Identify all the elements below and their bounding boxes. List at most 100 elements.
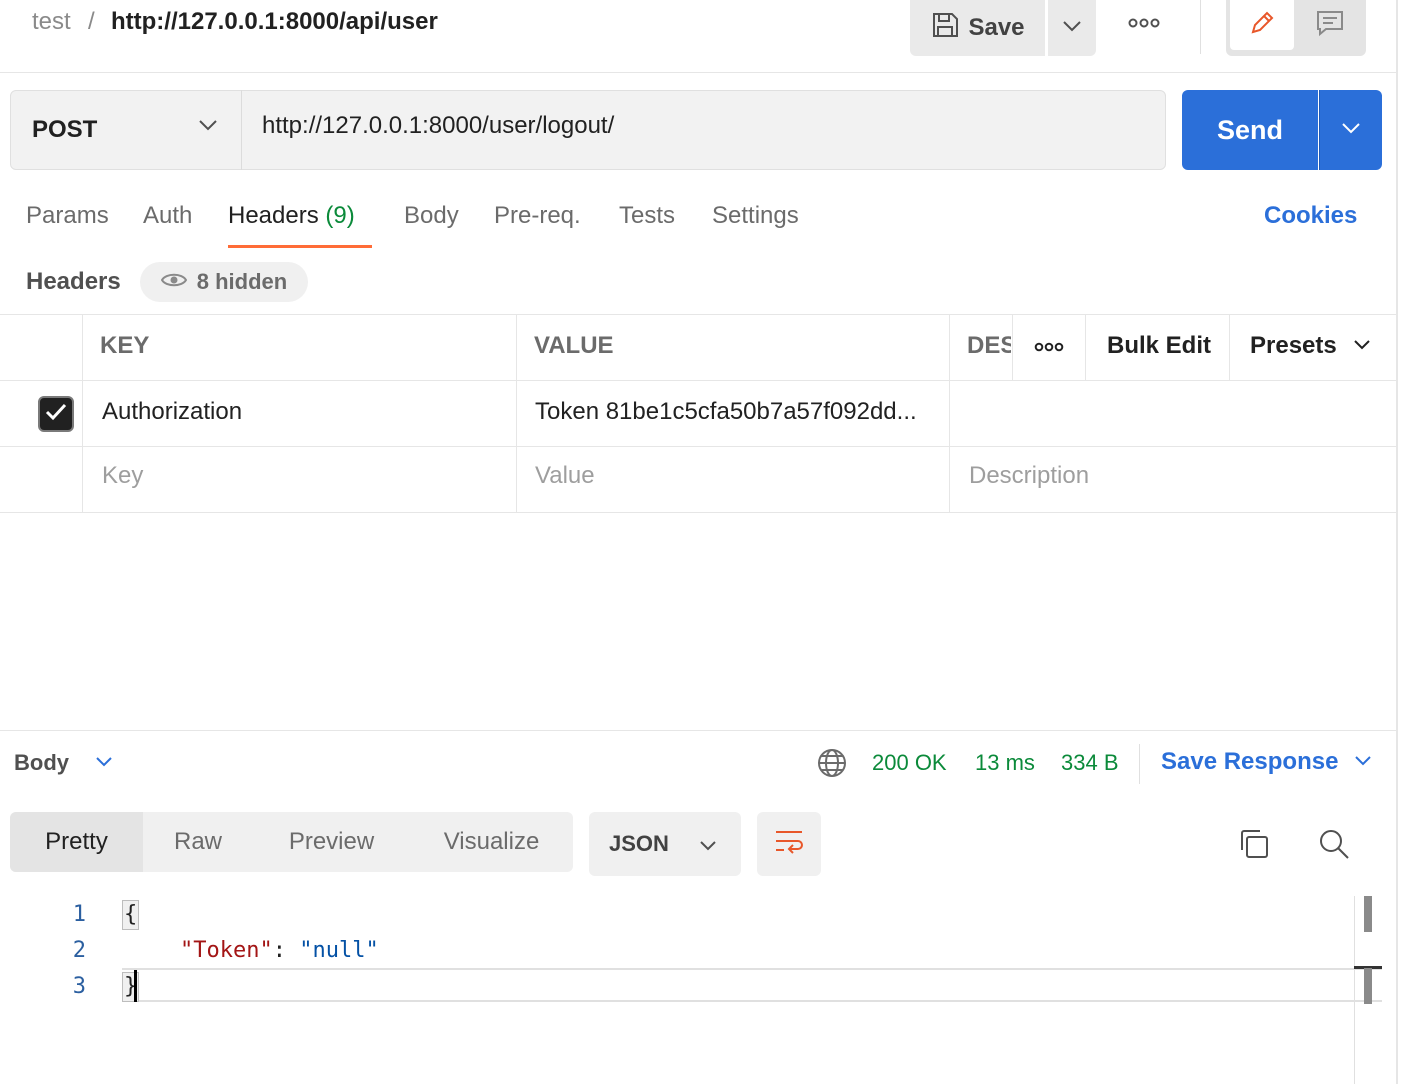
view-preview-label: Preview (288, 828, 375, 855)
response-section-dropdown[interactable]: Body (14, 750, 113, 776)
scrollbar-thumb[interactable] (1364, 896, 1372, 932)
pencil-icon (1247, 8, 1277, 43)
cookies-link[interactable]: Cookies (1264, 202, 1357, 230)
chevron-down-icon (95, 754, 113, 772)
tab-tests[interactable]: Tests (619, 202, 675, 230)
editor-scrollbar[interactable] (1354, 896, 1355, 1084)
breadcrumb-parent[interactable]: test (32, 8, 71, 36)
divider (0, 512, 1396, 513)
checkmark-icon (45, 403, 67, 426)
code-line[interactable]: "Token": "null" (180, 938, 379, 963)
wrap-icon (773, 828, 805, 861)
header-key-cell[interactable]: Authorization (102, 398, 242, 426)
new-value-input[interactable]: Value (535, 462, 595, 490)
new-key-input[interactable]: Key (102, 462, 143, 490)
format-select[interactable]: JSON (589, 812, 741, 876)
breadcrumb-separator: / (88, 8, 95, 35)
hidden-count: 8 hidden (196, 269, 288, 294)
tab-body[interactable]: Body (404, 202, 459, 230)
hidden-headers-toggle[interactable]: 8 hidden (140, 262, 308, 302)
divider (516, 314, 517, 513)
more-icon (1034, 339, 1064, 357)
comments-mode-button[interactable] (1298, 0, 1362, 50)
column-key: KEY (100, 332, 150, 359)
tab-headers-label: Headers (228, 202, 319, 229)
view-visualize-label: Visualize (443, 828, 540, 855)
save-response-label: Save Response (1161, 748, 1339, 775)
divider (1200, 0, 1201, 54)
wrap-lines-button[interactable] (757, 812, 821, 876)
view-raw-label: Raw (173, 828, 222, 855)
line-number: 2 (72, 938, 86, 963)
active-line-highlight (122, 968, 1382, 1002)
divider (0, 380, 1396, 381)
chevron-down-icon (699, 831, 717, 857)
method-label: POST (32, 116, 98, 143)
bulk-edit-button[interactable]: Bulk Edit (1107, 332, 1211, 360)
tab-settings[interactable]: Settings (712, 202, 799, 230)
save-button[interactable]: Save (910, 0, 1045, 56)
divider (0, 446, 1396, 447)
header-enabled-checkbox[interactable] (38, 396, 74, 432)
tab-prereq[interactable]: Pre-req. (494, 202, 581, 230)
response-size[interactable]: 334 B (1061, 750, 1119, 776)
status-code[interactable]: 200 OK (872, 750, 947, 776)
tab-params[interactable]: Params (26, 202, 109, 230)
line-number: 3 (72, 974, 86, 999)
header-value-cell[interactable]: Token 81be1c5cfa50b7a57f092dd... (535, 398, 943, 426)
json-key: "Token" (180, 938, 273, 963)
json-value: "null" (299, 938, 379, 963)
send-button[interactable]: Send (1182, 90, 1318, 170)
headers-title: Headers (26, 268, 121, 295)
view-pretty-label: Pretty (45, 828, 108, 855)
presets-dropdown[interactable]: Presets (1250, 332, 1371, 360)
view-preview-button[interactable]: Preview (253, 812, 410, 872)
divider (0, 730, 1396, 731)
divider (0, 314, 1396, 315)
line-number: 1 (72, 902, 86, 927)
pane-border (1396, 0, 1398, 1084)
divider (1139, 744, 1140, 784)
column-options-button[interactable] (1013, 315, 1085, 380)
divider (949, 314, 950, 513)
more-icon (1128, 15, 1160, 33)
save-options-button[interactable] (1048, 0, 1096, 56)
globe-icon[interactable] (817, 748, 847, 783)
url-input[interactable]: http://127.0.0.1:8000/user/logout/ (262, 112, 614, 140)
tab-headers-count: (9) (325, 202, 355, 229)
tab-auth[interactable]: Auth (143, 202, 192, 230)
active-tab-indicator (228, 245, 372, 248)
chevron-down-icon (1341, 121, 1361, 139)
json-colon: : (272, 938, 300, 963)
divider (82, 314, 83, 513)
send-options-button[interactable] (1319, 90, 1382, 170)
format-label: JSON (609, 831, 669, 856)
send-label: Send (1216, 114, 1283, 145)
search-icon[interactable] (1318, 828, 1350, 865)
response-body-label: Body (14, 750, 69, 775)
chevron-down-icon (1354, 753, 1372, 771)
save-response-dropdown[interactable]: Save Response (1161, 748, 1372, 776)
code-brace-open: { (122, 900, 140, 930)
more-options-button[interactable] (1120, 4, 1168, 44)
response-time[interactable]: 13 ms (975, 750, 1035, 776)
comment-icon (1315, 8, 1345, 43)
tab-headers[interactable]: Headers (9) (228, 202, 355, 230)
text-cursor (134, 970, 137, 1002)
chevron-down-icon (1062, 19, 1082, 37)
divider (1085, 314, 1086, 380)
chevron-down-icon (1353, 337, 1371, 355)
presets-label: Presets (1250, 332, 1337, 359)
new-description-input[interactable]: Description (969, 462, 1089, 490)
edit-mode-button[interactable] (1230, 0, 1294, 50)
eye-icon (160, 269, 187, 295)
request-name[interactable]: http://127.0.0.1:8000/api/user (111, 8, 438, 36)
view-visualize-button[interactable]: Visualize (410, 812, 573, 872)
scrollbar-thumb[interactable] (1364, 968, 1372, 1004)
divider (1229, 314, 1230, 380)
save-label: Save (968, 14, 1025, 41)
column-value: VALUE (534, 332, 614, 359)
copy-icon[interactable] (1238, 828, 1270, 865)
view-pretty-button[interactable]: Pretty (10, 812, 143, 872)
view-raw-button[interactable]: Raw (143, 812, 253, 872)
